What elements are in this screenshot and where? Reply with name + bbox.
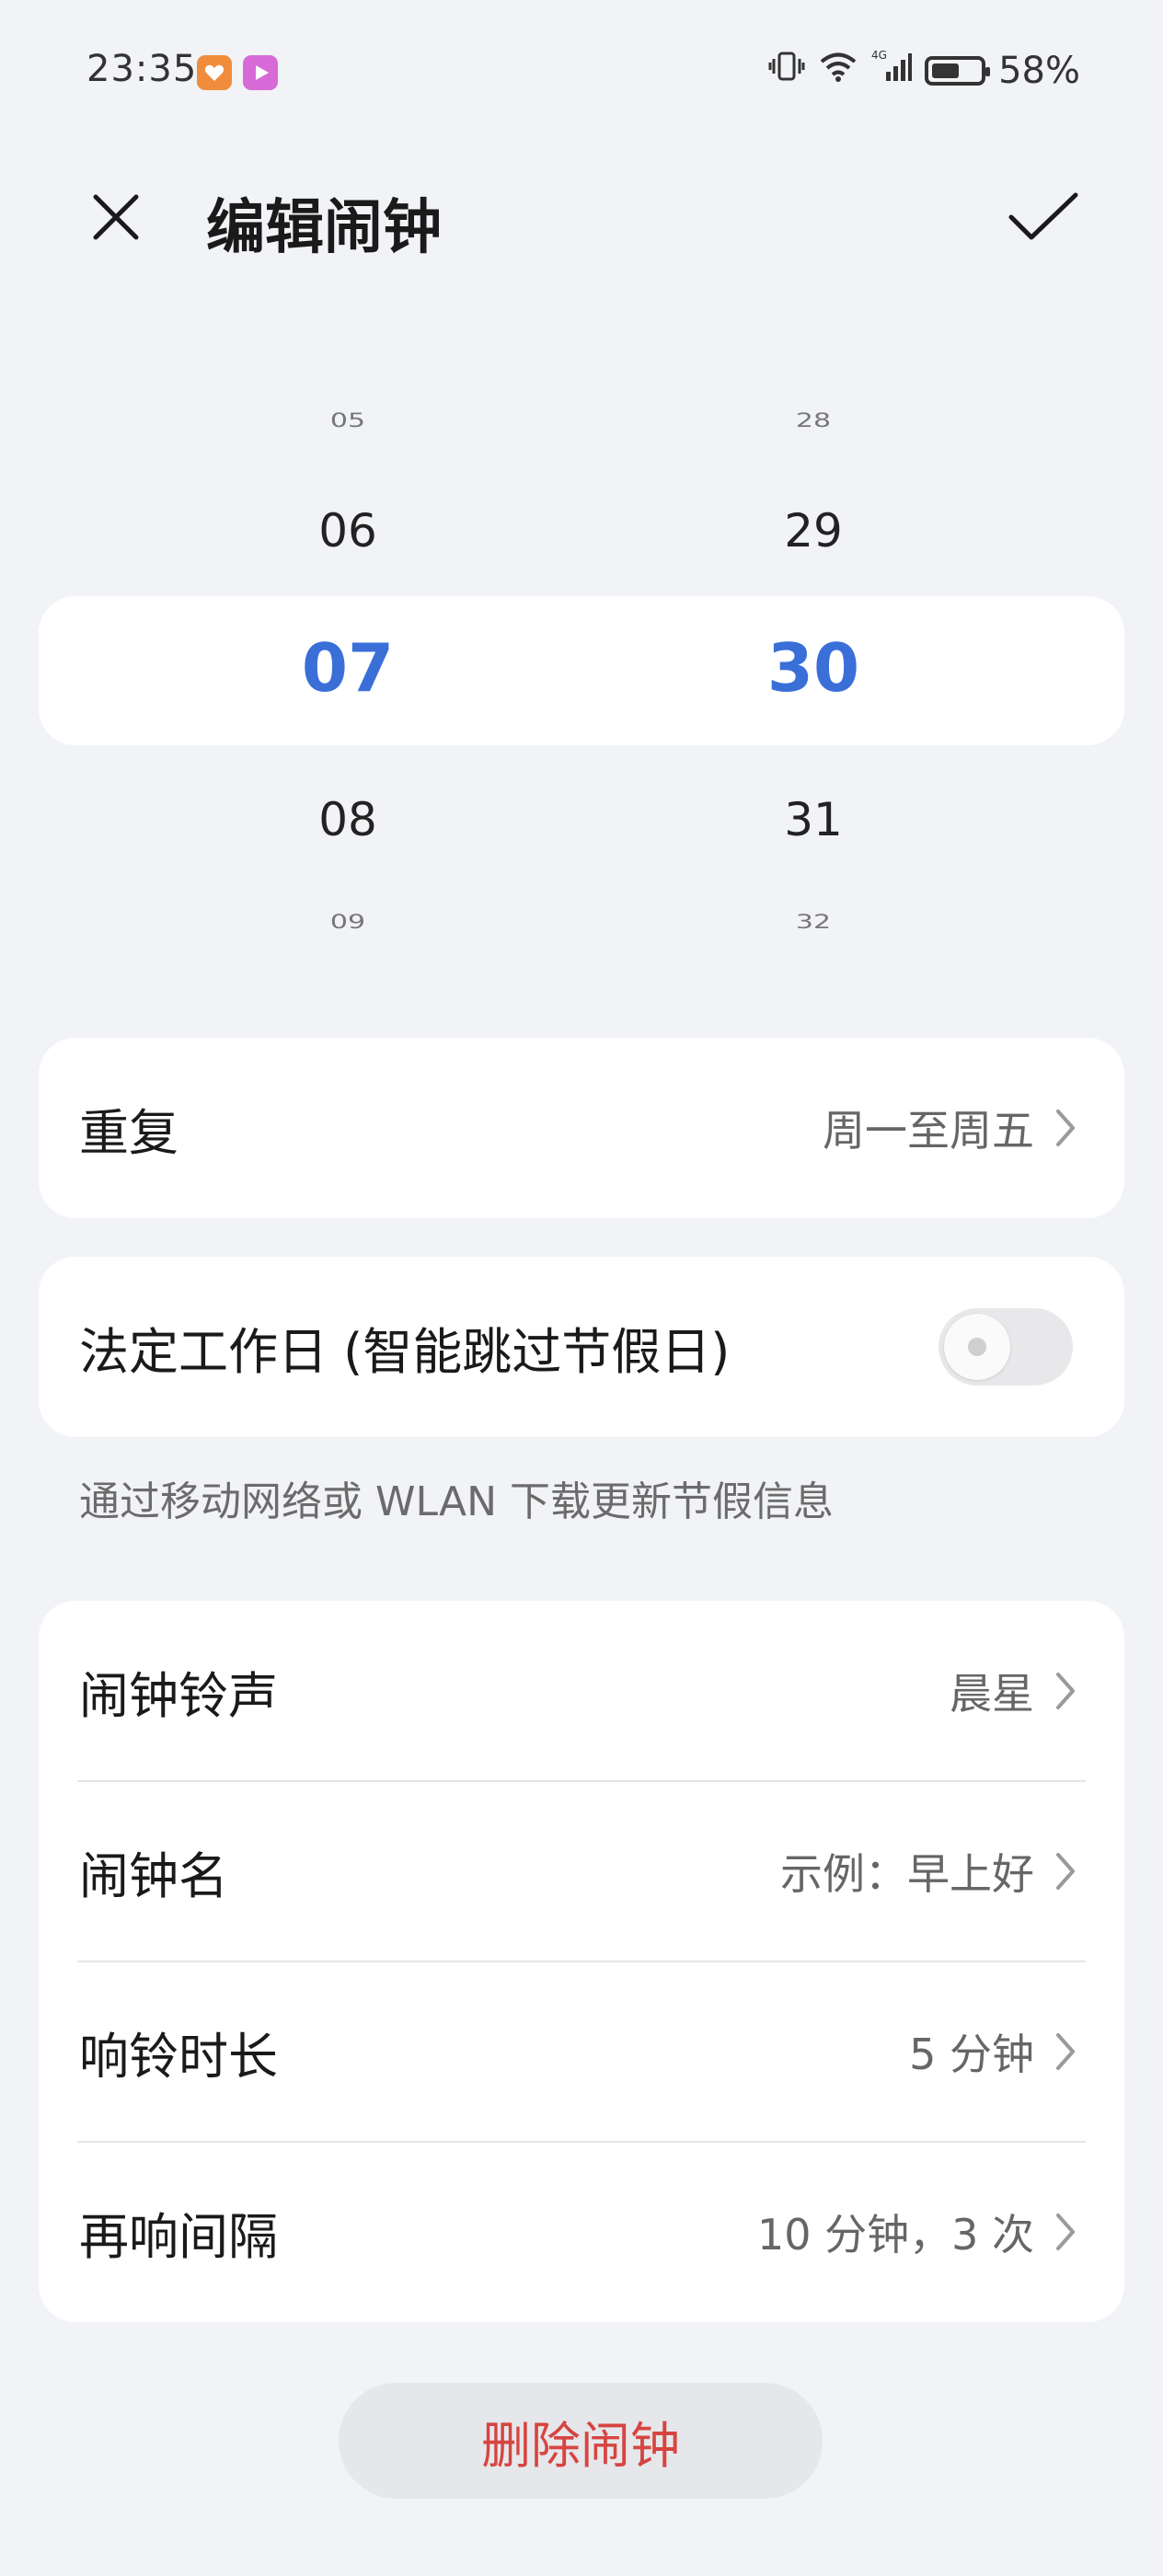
alarm-name-label: 闹钟名 <box>79 1846 228 1905</box>
hour-option[interactable]: 08 <box>210 793 486 846</box>
picker-selection-highlight <box>39 596 1124 745</box>
alarm-name-value: 示例：早上好 <box>780 1849 1034 1899</box>
repeat-row[interactable]: 重复 周一至周五 <box>39 1038 1124 1218</box>
chevron-right-icon <box>1049 1849 1082 1893</box>
app-badge-icon <box>197 55 232 90</box>
ringtone-row[interactable]: 闹钟铃声 晨星 <box>39 1601 1124 1781</box>
ring-duration-row[interactable]: 响铃时长 5 分钟 <box>39 1961 1124 2142</box>
alarm-name-row[interactable]: 闹钟名 示例：早上好 <box>39 1781 1124 1961</box>
selected-minute[interactable]: 30 <box>675 629 951 707</box>
workday-row: 法定工作日 (智能跳过节假日) <box>39 1257 1124 1437</box>
cellular-signal-icon: 4G <box>871 48 913 94</box>
hour-option[interactable]: 06 <box>210 504 486 558</box>
battery-percent: 58% <box>998 50 1080 92</box>
snooze-interval-label: 再响间隔 <box>79 2207 278 2266</box>
minute-option[interactable]: 32 <box>675 911 951 934</box>
network-label: 4G <box>871 49 887 62</box>
status-icons: 4G 58% <box>768 48 1080 94</box>
minute-option[interactable]: 31 <box>675 793 951 846</box>
selected-hour[interactable]: 07 <box>210 629 486 707</box>
chevron-right-icon <box>1049 2030 1082 2074</box>
close-icon <box>93 194 139 240</box>
alarm-settings-card: 闹钟铃声 晨星 闹钟名 示例：早上好 响铃时长 5 分钟 再响间隔 10 分钟，… <box>39 1601 1124 2322</box>
chevron-right-icon <box>1049 2210 1082 2254</box>
workday-card: 法定工作日 (智能跳过节假日) <box>39 1257 1124 1437</box>
minute-wheel[interactable]: 28 29 30 31 32 <box>675 368 951 957</box>
snooze-interval-row[interactable]: 再响间隔 10 分钟，3 次 <box>39 2142 1124 2322</box>
vibrate-icon <box>768 48 805 94</box>
workday-hint: 通过移动网络或 WLAN 下载更新节假信息 <box>79 1478 835 1525</box>
repeat-label: 重复 <box>79 1103 178 1162</box>
check-icon <box>1008 192 1078 240</box>
workday-toggle[interactable] <box>938 1308 1073 1386</box>
ring-duration-label: 响铃时长 <box>79 2027 278 2086</box>
ringtone-label: 闹钟铃声 <box>79 1666 278 1725</box>
ring-duration-value: 5 分钟 <box>909 2030 1034 2079</box>
header: 编辑闹钟 <box>0 156 1163 276</box>
minute-option[interactable]: 28 <box>675 409 951 432</box>
page-title: 编辑闹钟 <box>206 194 442 262</box>
status-time: 23:35 <box>86 48 198 90</box>
repeat-card: 重复 周一至周五 <box>39 1038 1124 1218</box>
hour-wheel[interactable]: 05 06 07 08 09 <box>210 368 486 957</box>
delete-alarm-button[interactable]: 删除闹钟 <box>339 2383 823 2499</box>
chevron-right-icon <box>1049 1106 1082 1150</box>
minute-option[interactable]: 29 <box>675 504 951 558</box>
snooze-interval-value: 10 分钟，3 次 <box>756 2210 1034 2260</box>
video-app-icon <box>243 55 278 90</box>
workday-label: 法定工作日 (智能跳过节假日) <box>79 1322 731 1381</box>
status-bar: 23:35 4G 58% <box>0 0 1163 147</box>
ringtone-value: 晨星 <box>950 1669 1034 1719</box>
hour-option[interactable]: 09 <box>210 911 486 934</box>
toggle-knob <box>944 1314 1010 1380</box>
confirm-button[interactable] <box>1007 184 1080 250</box>
close-button[interactable] <box>83 184 149 250</box>
chevron-right-icon <box>1049 1669 1082 1713</box>
time-picker: 05 06 07 08 09 28 29 30 31 32 <box>0 368 1163 957</box>
hour-option[interactable]: 05 <box>210 409 486 432</box>
battery-icon <box>925 56 991 86</box>
wifi-icon <box>818 48 858 94</box>
repeat-value: 周一至周五 <box>823 1106 1034 1156</box>
battery-fill <box>932 63 960 78</box>
